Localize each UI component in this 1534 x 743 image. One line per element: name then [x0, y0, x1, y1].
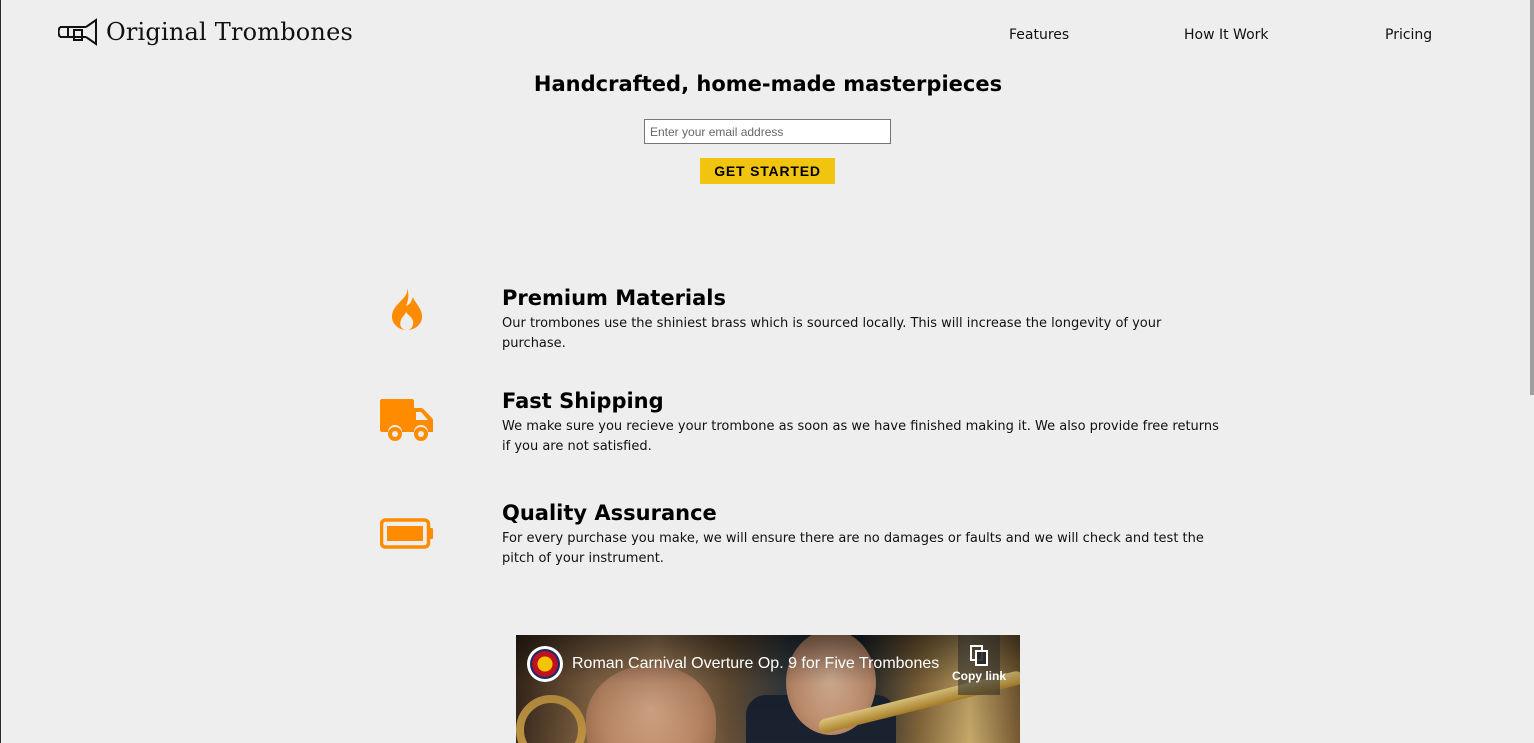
video-title[interactable]: Roman Carnival Overture Op. 9 for Five T… — [572, 655, 939, 673]
feature-title: Quality Assurance — [502, 501, 717, 525]
trombone-icon — [58, 18, 97, 46]
copy-link-button[interactable]: Copy link — [952, 635, 1006, 695]
copy-link-label: Copy link — [952, 669, 1007, 683]
scrollbar[interactable] — [1530, 0, 1534, 395]
fire-icon — [391, 288, 423, 330]
hero-title: Handcrafted, home-made masterpieces — [533, 72, 1003, 96]
nav-link-how-it-work[interactable]: How It Work — [1184, 27, 1269, 43]
feature-title: Premium Materials — [502, 286, 726, 310]
copy-icon — [970, 645, 988, 666]
feature-description: Our trombones use the shiniest brass whi… — [502, 316, 1162, 351]
channel-logo-icon — [530, 649, 560, 679]
channel-avatar[interactable] — [527, 646, 563, 682]
logo[interactable]: Original Trombones — [58, 14, 353, 50]
truck-icon — [380, 399, 433, 441]
nav-link-features[interactable]: Features — [1009, 27, 1069, 43]
logo-text: Original Trombones — [106, 18, 354, 46]
nav-link-pricing[interactable]: Pricing — [1385, 27, 1432, 43]
feature-description: We make sure you recieve your trombone a… — [502, 419, 1219, 454]
battery-full-icon — [380, 518, 433, 549]
email-input[interactable] — [644, 119, 891, 144]
site-header: Original Trombones Features How It Work … — [1, 0, 1534, 70]
video-player[interactable]: Roman Carnival Overture Op. 9 for Five T… — [516, 635, 1020, 743]
feature-title: Fast Shipping — [502, 389, 664, 413]
feature-description: For every purchase you make, we will ens… — [502, 531, 1204, 566]
get-started-button[interactable]: GET STARTED — [700, 158, 835, 184]
video-overlay — [516, 635, 1020, 743]
